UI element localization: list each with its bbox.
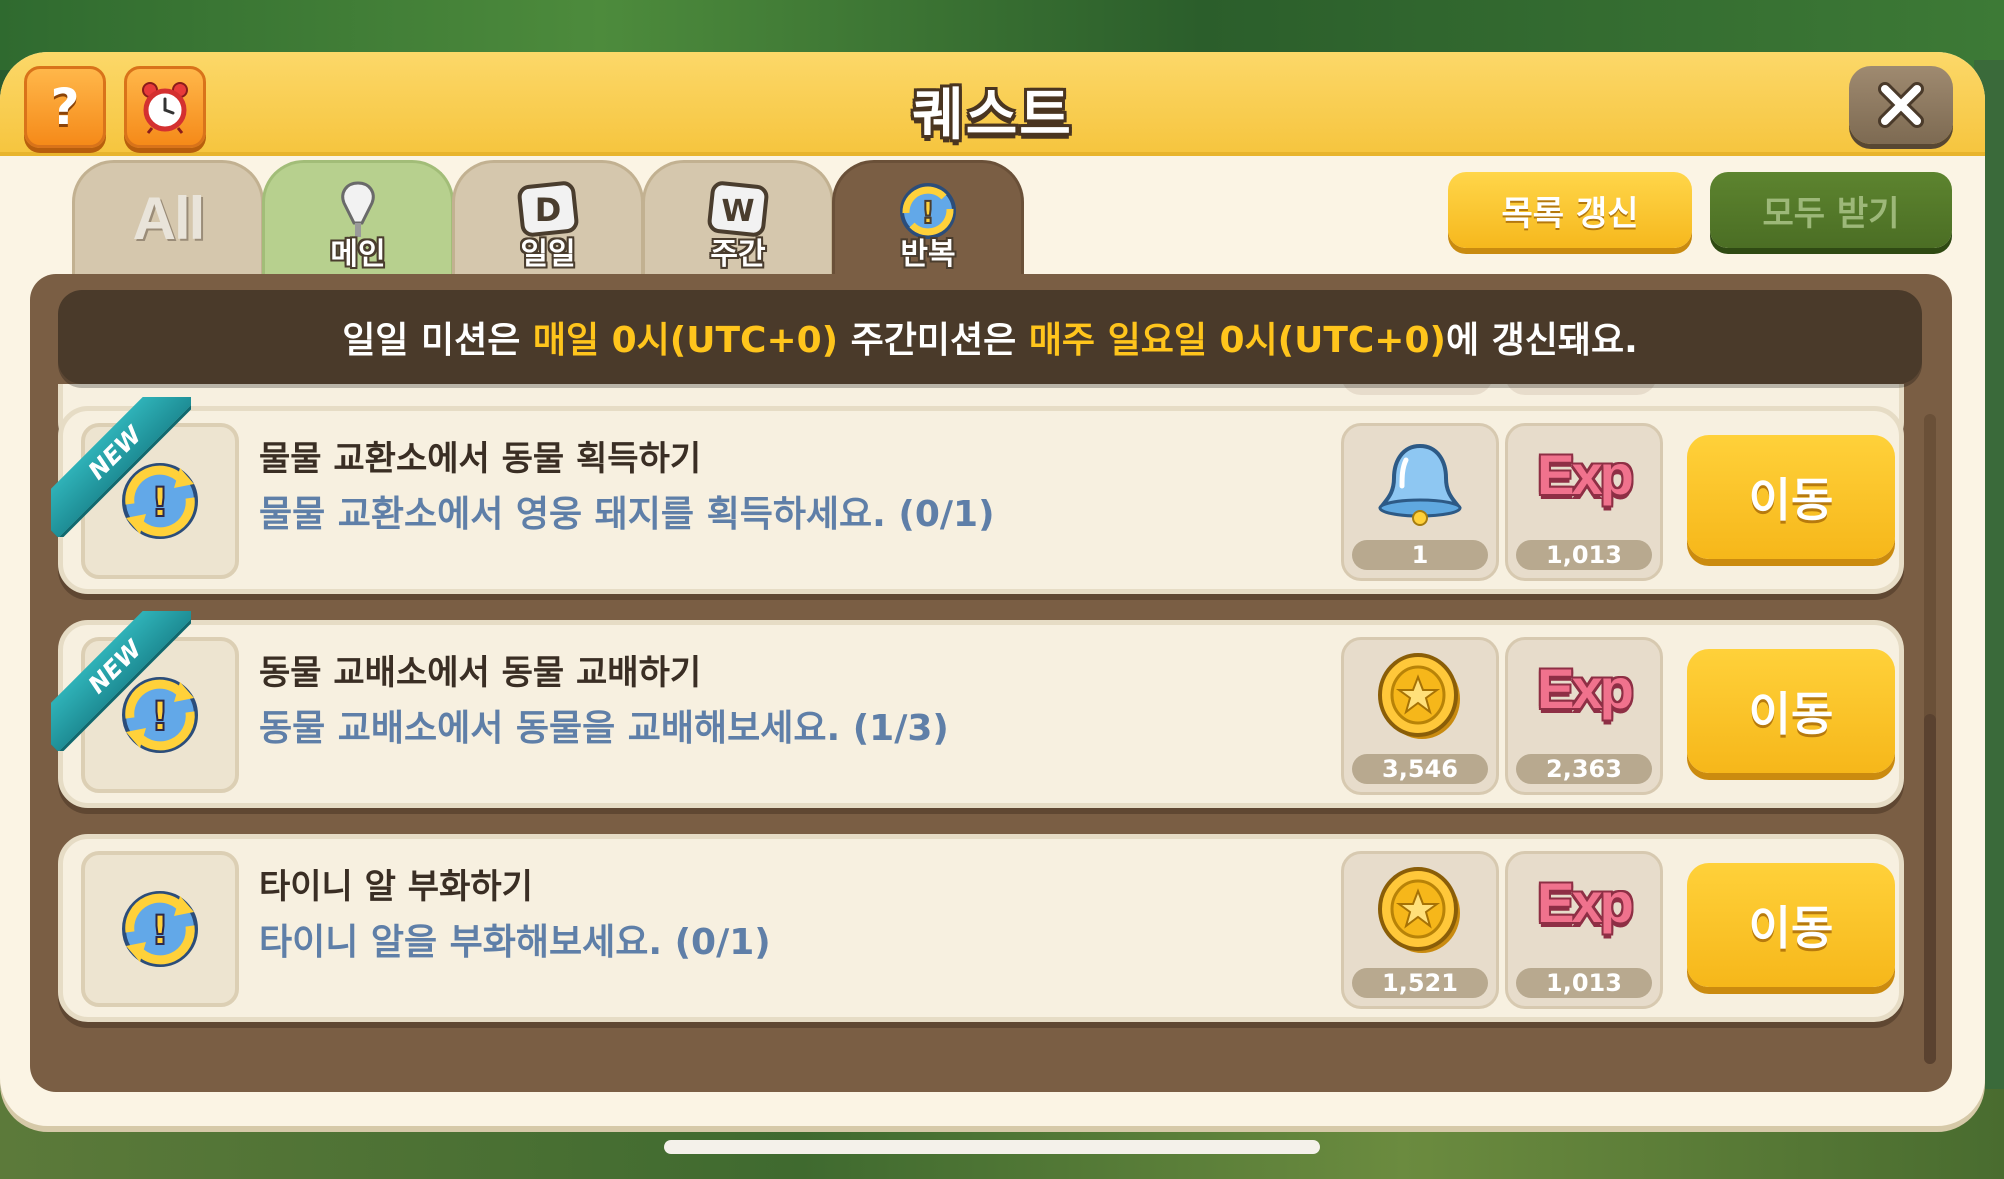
close-icon	[1878, 82, 1924, 128]
quest-list[interactable]: ! NEW 물물 교환소에서 동물 획득하기 물물 교환소에서 영웅 돼지를 획…	[30, 384, 1952, 1084]
tab-all-label: All	[132, 185, 206, 252]
reward-slot: Exp 2,363	[1505, 637, 1663, 795]
quest-content-area: ! NEW 물물 교환소에서 동물 획득하기 물물 교환소에서 영웅 돼지를 획…	[30, 274, 1952, 1092]
reward-amount: 2,363	[1516, 754, 1652, 784]
tab-main-label: 메인	[330, 237, 386, 272]
reward-slot: Exp 1,013	[1505, 851, 1663, 1009]
svg-text:!: !	[151, 480, 169, 526]
reward-slot: 1,521	[1341, 851, 1499, 1009]
tab-weekly[interactable]: W 주간	[642, 160, 834, 281]
scrollbar[interactable]	[1924, 414, 1936, 1064]
panel-header: ? 퀘스트	[0, 52, 1985, 156]
quest-description: 동물 교배소에서 동물을 교배해보세요. (1/3)	[259, 708, 949, 749]
reward-slot-partial	[1341, 384, 1493, 395]
exp-icon: Exp	[1537, 657, 1634, 720]
quest-card: ! NEW 물물 교환소에서 동물 획득하기 물물 교환소에서 영웅 돼지를 획…	[51, 397, 1904, 594]
reset-notice-banner: 일일 미션은 매일 0시(UTC+0) 주간미션은 매주 일요일 0시(UTC+…	[58, 290, 1922, 384]
reward-amount: 1,013	[1516, 540, 1652, 570]
repeat-quest-icon: !	[122, 677, 198, 753]
reward-slot-partial	[1505, 384, 1657, 395]
page-title: 퀘스트	[912, 83, 1073, 148]
quest-panel: ? 퀘스트 All 메인 D 일일 W 주간 ! 반복 목록 갱신 모두 받기 …	[0, 52, 1985, 1126]
go-button[interactable]: 이동	[1687, 649, 1895, 773]
tab-repeat[interactable]: ! 반복	[832, 160, 1024, 281]
reward-slot: Exp 1,013	[1505, 423, 1663, 581]
svg-text:!: !	[921, 196, 935, 231]
svg-text:!: !	[151, 694, 169, 740]
bell-icon	[1378, 443, 1462, 526]
notice-highlight: 매주 일요일 0시(UTC+0)	[1028, 320, 1446, 361]
exp-icon: Exp	[1537, 443, 1634, 506]
reward-amount: 1	[1352, 540, 1488, 570]
tab-daily-label: 일일	[520, 237, 576, 272]
tab-repeat-label: 반복	[900, 237, 956, 272]
quest-icon-frame: !	[81, 851, 239, 1007]
reward-amount: 1,013	[1516, 968, 1652, 998]
repeat-quest-icon: !	[122, 891, 198, 967]
quest-icon-frame: !	[81, 423, 239, 579]
notice-text: 에 갱신돼요.	[1445, 320, 1638, 361]
go-button[interactable]: 이동	[1687, 863, 1895, 987]
reward-slot: 3,546	[1341, 637, 1499, 795]
tab-weekly-label: 주간	[710, 237, 766, 272]
gold-coin-icon	[1378, 867, 1460, 953]
notice-text: 주간미션은	[838, 320, 1029, 361]
svg-text:!: !	[151, 908, 169, 954]
quest-title: 타이니 알 부화하기	[259, 867, 533, 907]
svg-text:W: W	[721, 194, 754, 229]
exp-icon: Exp	[1537, 871, 1634, 934]
quest-icon-frame: !	[81, 637, 239, 793]
close-button[interactable]	[1849, 66, 1953, 144]
reward-slot: 1	[1341, 423, 1499, 581]
reward-amount: 1,521	[1352, 968, 1488, 998]
notice-text: 일일 미션은	[342, 320, 533, 361]
scrollbar-thumb[interactable]	[1924, 714, 1936, 1064]
tab-daily[interactable]: D 일일	[452, 160, 644, 281]
refresh-list-button[interactable]: 목록 갱신	[1448, 172, 1692, 248]
quest-title: 동물 교배소에서 동물 교배하기	[259, 653, 702, 693]
quest-description: 타이니 알을 부화해보세요. (0/1)	[259, 922, 771, 963]
svg-text:D: D	[535, 191, 562, 229]
quest-card: ! 타이니 알 부화하기 타이니 알을 부화해보세요. (0/1) 1,521 …	[58, 834, 1904, 1022]
quest-description: 물물 교환소에서 영웅 돼지를 획득하세요. (0/1)	[259, 494, 995, 535]
repeat-quest-icon: !	[122, 463, 198, 539]
notice-highlight: 매일 0시(UTC+0)	[532, 320, 839, 361]
quest-card: ! NEW 동물 교배소에서 동물 교배하기 동물 교배소에서 동물을 교배해보…	[51, 611, 1904, 808]
tab-main[interactable]: 메인	[262, 160, 454, 281]
gold-coin-icon	[1378, 653, 1460, 739]
claim-all-button[interactable]: 모두 받기	[1710, 172, 1952, 248]
quest-title: 물물 교환소에서 동물 획득하기	[259, 439, 702, 479]
home-indicator	[664, 1140, 1320, 1154]
tab-all[interactable]: All	[72, 160, 264, 281]
reward-amount: 3,546	[1352, 754, 1488, 784]
go-button[interactable]: 이동	[1687, 435, 1895, 559]
